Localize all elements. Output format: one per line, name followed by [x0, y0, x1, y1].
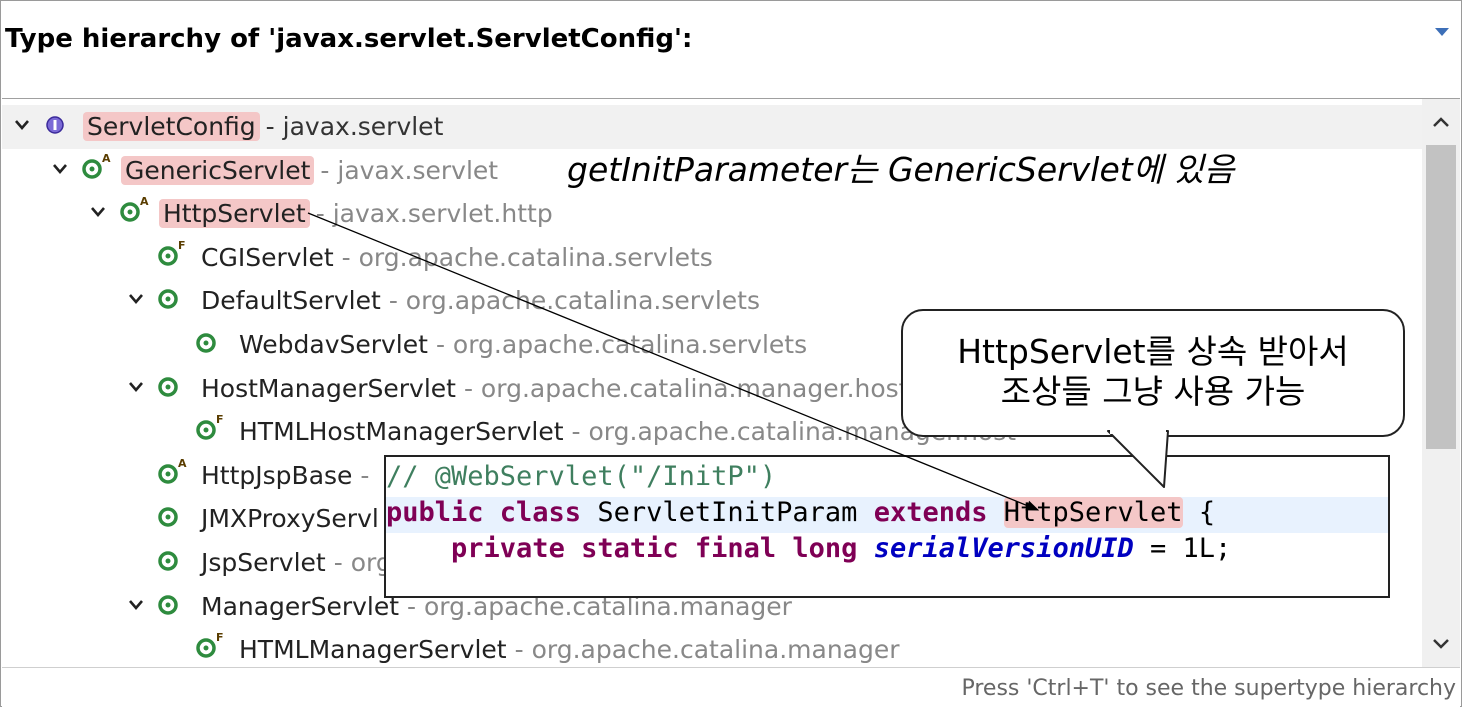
view-menu-dropdown-icon[interactable] [1435, 28, 1449, 36]
tree-item-package: - javax.servlet [320, 155, 499, 185]
modifier-badge: A [140, 195, 149, 209]
chevron-down-icon[interactable] [128, 292, 143, 306]
code-snippet: // @WebServlet("/InitP") public class Se… [384, 455, 1390, 598]
code-class-name: ServletInitParam [581, 497, 874, 528]
code-field-modifiers: private static final long [451, 533, 858, 564]
tree-item-name: WebdavServlet [239, 330, 428, 359]
class-icon [82, 158, 104, 180]
scrollbar-thumb[interactable] [1426, 145, 1456, 449]
modifier-badge: F [216, 631, 224, 645]
tree-item-package: - org.apache.catalina.servlets [435, 330, 808, 359]
code-brace: { [1182, 497, 1216, 528]
tree-item-name: HttpJspBase [201, 460, 353, 490]
view-title: Type hierarchy of 'javax.servlet.Servlet… [5, 24, 693, 54]
tree-item-name: CGIServlet [201, 242, 334, 272]
class-icon [158, 506, 180, 528]
class-icon [196, 332, 218, 354]
class-icon [158, 594, 180, 616]
tree-item-httpservlet[interactable]: A HttpServlet - javax.servlet.http [2, 192, 1422, 236]
scroll-down-icon[interactable] [1422, 623, 1460, 667]
modifier-badge: F [178, 238, 186, 252]
tree-item-package: - org.apache.catalina.servlets [388, 286, 760, 316]
class-icon [120, 201, 142, 223]
class-icon [158, 463, 180, 485]
tree-item-name: JMXProxyServl [201, 504, 379, 534]
code-superclass: HttpServlet [1003, 497, 1183, 528]
code-comment: // @WebServlet("/InitP") [386, 461, 777, 492]
tree-item-name: ServletConfig [83, 112, 260, 141]
chevron-down-icon[interactable] [128, 598, 143, 612]
code-keyword-public-class: public class [386, 497, 582, 528]
class-icon [158, 376, 180, 398]
tree-item-name: HttpServlet [159, 199, 310, 229]
tree-item-name: DefaultServlet [201, 286, 381, 316]
class-icon [196, 419, 218, 441]
code-line-1: // @WebServlet("/InitP") [386, 461, 1388, 497]
interface-icon [44, 114, 66, 136]
vertical-scrollbar[interactable] [1422, 99, 1460, 667]
annotation-note: getInitParameter는 GenericServlet에 있음 [567, 150, 1235, 189]
modifier-badge: F [216, 413, 224, 427]
tree-item-package: - [360, 460, 370, 490]
tree-item-name: HTMLManagerServlet [239, 635, 507, 665]
chevron-down-icon[interactable] [90, 205, 105, 219]
tree-item-htmlmanagerservlet[interactable]: F HTMLManagerServlet - org.apache.catalina… [2, 628, 1422, 667]
tree-item-package: - org.apache.catalina.servlets [341, 242, 713, 272]
tree-item-package: - javax.servlet.http [315, 199, 553, 229]
chevron-down-icon[interactable] [14, 118, 29, 132]
chevron-down-icon[interactable] [128, 380, 143, 394]
tree-item-package: - javax.servlet [265, 112, 444, 141]
callout-line-2: 조상들 그냥 사용 가능 [1000, 372, 1306, 411]
code-line-3: private static final long serialVersionU… [386, 533, 1388, 569]
view-header: Type hierarchy of 'javax.servlet.Servlet… [2, 2, 1460, 99]
speech-callout: HttpServlet를 상속 받아서 조상들 그냥 사용 가능 [901, 309, 1405, 437]
class-icon [196, 637, 218, 659]
code-field-name: serialVersionUID [873, 533, 1134, 564]
class-icon [158, 288, 180, 310]
tree-item-name: HostManagerServlet [201, 373, 456, 403]
tree-item-name: ManagerServlet [201, 591, 400, 621]
code-field-value: = 1L; [1133, 533, 1232, 564]
status-bar: Press 'Ctrl+T' to see the supertype hier… [2, 667, 1460, 707]
scroll-up-icon[interactable] [1422, 99, 1460, 143]
tree-item-name: JspServlet [201, 548, 326, 577]
callout-line-1: HttpServlet를 상속 받아서 [957, 332, 1349, 371]
code-keyword-extends: extends [873, 497, 988, 528]
class-icon [158, 550, 180, 572]
chevron-down-icon[interactable] [52, 162, 67, 176]
tree-item-package: - org.apache.catalina.manager [514, 635, 900, 665]
status-hint: Press 'Ctrl+T' to see the supertype hier… [961, 676, 1456, 701]
tree-item-name: HTMLHostManagerServlet [239, 417, 564, 447]
class-icon [158, 245, 180, 267]
tree-item-cgiservlet[interactable]: F CGIServlet - org.apache.catalina.servlet… [2, 236, 1422, 280]
modifier-badge: A [102, 151, 111, 165]
tree-item-package: - org.apache.catalina.manager.host [463, 373, 909, 403]
tree-item-name: GenericServlet [121, 155, 315, 185]
modifier-badge: A [178, 456, 187, 470]
code-line-2: public class ServletInitParam extends Ht… [386, 497, 1388, 533]
